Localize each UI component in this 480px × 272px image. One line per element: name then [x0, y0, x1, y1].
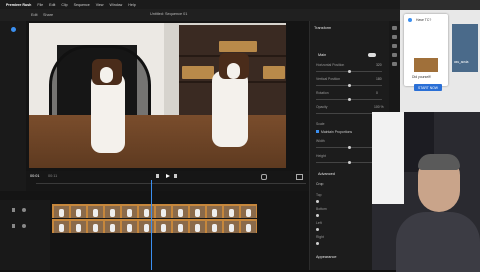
- rotation-value[interactable]: 0: [376, 91, 378, 95]
- popup-text: Did yourself!: [412, 75, 431, 79]
- scrub-bar[interactable]: [36, 183, 306, 184]
- basket: [263, 66, 285, 79]
- window-title: Untitled: Sequence 01: [150, 12, 188, 16]
- basket: [219, 41, 257, 52]
- thumbnail[interactable]: [452, 24, 478, 72]
- slider-knob[interactable]: [316, 242, 319, 245]
- current-timecode: 00:01: [30, 174, 40, 178]
- section-main[interactable]: Main: [318, 53, 326, 57]
- menu-clip[interactable]: Clip: [61, 3, 67, 7]
- dog-right-muzzle: [227, 63, 240, 79]
- playhead[interactable]: [151, 180, 152, 270]
- crop-label: Crop: [316, 182, 324, 186]
- presenter-shirt: [396, 212, 480, 272]
- step-forward-icon[interactable]: [174, 174, 177, 178]
- tab-share[interactable]: Share: [40, 11, 56, 18]
- slider-knob[interactable]: [316, 200, 319, 203]
- panel-title: Transform: [314, 26, 332, 30]
- menu-bar: Premiere Rush File Edit Clip Sequence Vi…: [0, 0, 400, 9]
- whiteboard: [372, 112, 404, 204]
- thumbnail-label: ass_acsta: [454, 60, 469, 64]
- transform-icon[interactable]: [392, 26, 397, 30]
- rotation-label: Rotation: [316, 91, 329, 95]
- eye-icon[interactable]: [22, 224, 26, 228]
- start-now-button[interactable]: START NOW: [414, 84, 442, 91]
- undo-icon[interactable]: [261, 174, 267, 180]
- slider-knob[interactable]: [348, 84, 351, 87]
- step-back-icon[interactable]: [156, 174, 159, 178]
- dog-right: [212, 71, 248, 147]
- slider-knob[interactable]: [348, 70, 351, 73]
- crop-top-label: Top: [316, 193, 322, 197]
- width-label: Width: [316, 139, 325, 143]
- eye-icon[interactable]: [22, 208, 26, 212]
- slider-knob[interactable]: [348, 161, 351, 164]
- popup-image: [414, 58, 438, 72]
- presenter-hair: [418, 154, 460, 170]
- slider-knob[interactable]: [316, 228, 319, 231]
- video-frame: [29, 23, 286, 168]
- vertical-position-label: Vertical Position: [316, 77, 341, 81]
- menu-window[interactable]: Window: [110, 3, 123, 7]
- slider-knob[interactable]: [316, 214, 319, 217]
- dog-left-muzzle: [100, 67, 113, 83]
- opacity-label: Opacity: [316, 105, 328, 109]
- lock-icon[interactable]: [12, 224, 15, 228]
- transport-bar: 00:01 00:11: [26, 171, 309, 191]
- horizontal-position-label: Horizontal Position: [316, 63, 345, 67]
- maintain-checkbox[interactable]: [316, 130, 319, 133]
- menu-file[interactable]: File: [37, 3, 43, 7]
- fullscreen-icon[interactable]: [296, 174, 303, 180]
- dog-left: [91, 73, 125, 153]
- popup-title: Have TC?: [416, 18, 432, 22]
- crop-bottom-label: Bottom: [316, 207, 327, 211]
- color-icon[interactable]: [392, 35, 397, 39]
- menu-help[interactable]: Help: [128, 3, 135, 7]
- height-label: Height: [316, 154, 326, 158]
- play-icon[interactable]: [166, 174, 170, 178]
- maintain-label: Maintain Proportions: [321, 130, 353, 134]
- effects-icon[interactable]: [392, 62, 397, 66]
- vertical-position-value[interactable]: 180: [376, 77, 382, 81]
- horizontal-position-value[interactable]: 320: [376, 63, 382, 67]
- opacity-value[interactable]: 100 %: [374, 105, 384, 109]
- promo-popup: Have TC? Did yourself!: [404, 14, 448, 86]
- video-clip-1[interactable]: [52, 204, 257, 218]
- menu-view[interactable]: View: [96, 3, 104, 7]
- section-advanced[interactable]: Advanced: [318, 172, 335, 176]
- menu-sequence[interactable]: Sequence: [74, 3, 90, 7]
- logo-icon: [408, 18, 412, 22]
- slider-knob[interactable]: [348, 98, 351, 101]
- scale-label: Scale: [316, 122, 325, 126]
- browser-tabbar: [400, 0, 480, 10]
- crop-right-label: Right: [316, 235, 324, 239]
- audio-icon[interactable]: [392, 44, 397, 48]
- menu-edit[interactable]: Edit: [49, 3, 55, 7]
- add-media-icon[interactable]: [10, 27, 16, 32]
- lock-icon[interactable]: [12, 208, 15, 212]
- total-timecode: 00:11: [48, 174, 58, 178]
- app-menu[interactable]: Premiere Rush: [6, 3, 31, 7]
- main-toggle[interactable]: [368, 53, 376, 57]
- tab-edit[interactable]: Edit: [28, 11, 41, 18]
- basket: [182, 66, 214, 79]
- video-clip-2[interactable]: [52, 219, 257, 233]
- crop-left-label: Left: [316, 221, 322, 225]
- section-appearance[interactable]: Appearance: [316, 255, 336, 259]
- speed-icon[interactable]: [392, 53, 397, 57]
- track-headers: [0, 200, 50, 270]
- slider-knob[interactable]: [348, 146, 351, 149]
